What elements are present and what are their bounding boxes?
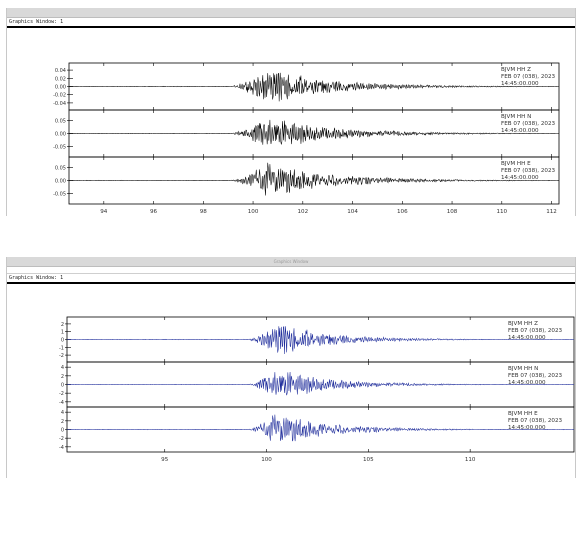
y-tick-label: 0.05 xyxy=(55,166,66,172)
date-label: FEB 07 (038), 2023 xyxy=(508,373,563,379)
y-tick-label: 2 xyxy=(61,322,64,328)
waveform-trace xyxy=(68,72,560,102)
y-tick-label: -2 xyxy=(59,436,64,442)
station-label: BJVM HH N xyxy=(501,114,531,120)
y-tick-label: -4 xyxy=(59,400,64,406)
x-tick-label: 108 xyxy=(447,209,458,215)
x-tick-label: 105 xyxy=(363,457,374,463)
y-tick-label: 0.00 xyxy=(55,85,66,91)
y-tick-label: 0.04 xyxy=(55,68,66,74)
date-label: FEB 07 (038), 2023 xyxy=(501,168,556,174)
x-tick-label: 94 xyxy=(100,209,108,215)
window-menubar[interactable] xyxy=(7,267,575,274)
time-label: 14:45:00.000 xyxy=(508,380,546,386)
trace-panel-hh-e: 4 2 0 -2 -4 BJVM HH EFEB 07 (038), 202314:45:… xyxy=(59,406,575,453)
graphics-window-2: Graphics Window Graphics Window: 1 2 1 0 -1… xyxy=(6,257,576,478)
x-tick-label: 100 xyxy=(261,457,272,463)
date-label: FEB 07 (038), 2023 xyxy=(501,121,556,127)
station-label: BJVM HH E xyxy=(508,411,538,417)
x-tick-label: 100 xyxy=(248,209,259,215)
time-label: 14:45:00.000 xyxy=(501,81,539,87)
x-tick-label: 110 xyxy=(465,457,476,463)
y-tick-label: 4 xyxy=(61,365,64,371)
y-tick-label: -0.05 xyxy=(53,191,66,197)
window-label: Graphics Window: 1 xyxy=(9,275,64,281)
x-tick-label: 95 xyxy=(161,457,169,463)
x-tick-label: 104 xyxy=(347,209,358,215)
y-tick-label: 4 xyxy=(61,410,64,416)
y-tick-label: 0 xyxy=(61,383,64,389)
window-label: Graphics Window: 1 xyxy=(9,19,64,25)
waveform-trace xyxy=(66,326,575,355)
waveform-trace xyxy=(66,372,575,396)
y-tick-label: 0.05 xyxy=(55,119,66,125)
y-tick-label: -0.04 xyxy=(53,101,66,107)
date-label: FEB 07 (038), 2023 xyxy=(508,328,563,334)
x-tick-label: 102 xyxy=(297,209,308,215)
y-tick-label: 2 xyxy=(61,374,64,380)
trace-panel-hh-z: 0.04 0.02 0.00 -0.02 -0.04 BJVM HH ZFEB 07 (0… xyxy=(53,62,560,111)
time-label: 14:45:00.000 xyxy=(508,335,546,341)
x-tick-label: 110 xyxy=(496,209,507,215)
time-label: 14:45:00.000 xyxy=(508,425,546,431)
time-label: 14:45:00.000 xyxy=(501,128,539,134)
y-tick-label: 0.00 xyxy=(55,179,66,185)
x-tick-label: 98 xyxy=(200,209,208,215)
seismogram-canvas: 2 1 0 -1 -2 BJVM HH Z FEB 07 (038), 2023 14:45:… xyxy=(7,284,575,478)
waveform-trace xyxy=(66,414,575,442)
seismogram-plot: 210-1-2BJVM HH ZFEB 07 (038), 202314:45:… xyxy=(59,316,575,463)
station-label: BJVM HH N xyxy=(508,366,538,372)
y-tick-label: 2 xyxy=(61,419,64,425)
y-tick-label: -0.02 xyxy=(53,93,66,99)
date-label: FEB 07 (038), 2023 xyxy=(508,418,563,424)
trace-panel-hh-n: 0.05 0.00 -0.05 BJVM HH NFEB 07 (038), 2023… xyxy=(53,109,560,158)
x-tick-label: 96 xyxy=(150,209,158,215)
trace-panel-hh-e: 0.05 0.00 -0.05 BJVM HH EFEB 07 (038), 2023… xyxy=(53,156,560,205)
graphics-window-1: Graphics Window: 1 0.04 0.02 0.00 -0.02 -0.0… xyxy=(6,8,576,216)
y-tick-label: -2 xyxy=(59,391,64,397)
station-label: BJVM HH E xyxy=(501,161,531,167)
trace-panel-hh-z: 2 1 0-1 -2 BJVM HH ZFEB 07 (038), 202314:45:… xyxy=(59,316,575,363)
y-tick-label: 0 xyxy=(61,338,64,344)
window-titlebar[interactable]: Graphics Window xyxy=(7,257,575,267)
time-label: 14:45:00.000 xyxy=(501,175,539,181)
window-toolbar-text: Graphics Window xyxy=(273,259,309,264)
y-tick-label: -2 xyxy=(59,353,64,359)
station-label: BJVM HH Z xyxy=(508,321,538,327)
y-tick-label: -1 xyxy=(59,345,64,351)
trace-panel-hh-n: 4 2 0 -2 -4 BJVM HH NFEB 07 (038), 202314:45:… xyxy=(59,361,575,408)
y-tick-label: 1 xyxy=(61,330,64,336)
seismogram-canvas: 0.04 0.02 0.00 -0.02 -0.04 BJVM HH Z FEB 07 (0… xyxy=(7,28,575,217)
date-label: FEB 07 (038), 2023 xyxy=(501,74,556,80)
x-tick-label: 112 xyxy=(546,209,557,215)
station-label: BJVM HH Z xyxy=(501,67,531,73)
waveform-trace xyxy=(68,119,560,145)
y-tick-label: 0.00 xyxy=(55,132,66,138)
y-tick-label: 0 xyxy=(61,428,64,434)
x-tick-label: 106 xyxy=(397,209,408,215)
y-tick-label: 0.02 xyxy=(55,76,66,82)
waveform-trace xyxy=(68,162,560,196)
window-titlebar[interactable] xyxy=(7,8,575,18)
seismogram-plot: 0.040.020.00-0.02-0.04BJVM HH ZFEB 07 (0… xyxy=(53,62,560,215)
y-tick-label: -0.05 xyxy=(53,144,66,150)
y-tick-label: -4 xyxy=(59,445,64,451)
